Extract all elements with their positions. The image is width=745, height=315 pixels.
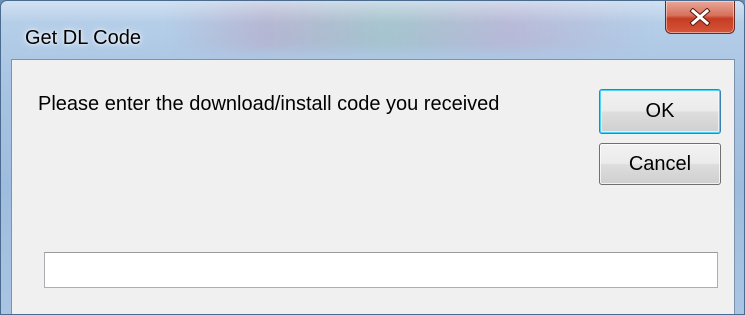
- ok-button[interactable]: OK: [599, 89, 721, 134]
- close-icon: [689, 8, 711, 26]
- dialog-client-area: Please enter the download/install code y…: [11, 59, 735, 314]
- cancel-button[interactable]: Cancel: [599, 143, 721, 185]
- window-title: Get DL Code: [25, 27, 141, 49]
- title-bar[interactable]: Get DL Code: [1, 1, 744, 59]
- dialog-window: Get DL Code Please enter the download/in…: [0, 0, 745, 315]
- code-input[interactable]: [44, 252, 718, 288]
- prompt-label: Please enter the download/install code y…: [38, 93, 500, 115]
- close-button[interactable]: [665, 1, 735, 34]
